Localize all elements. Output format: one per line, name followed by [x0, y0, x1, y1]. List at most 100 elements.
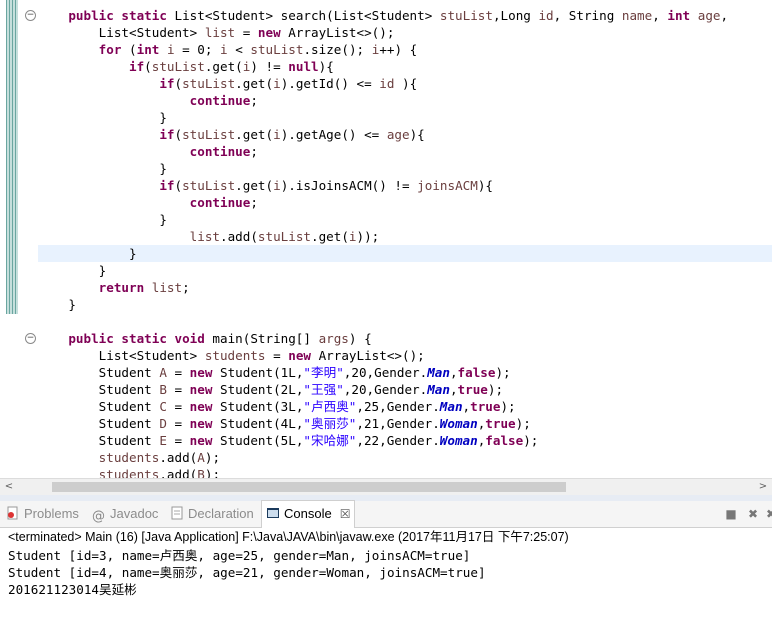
code-line[interactable]: }: [38, 109, 772, 126]
code-line[interactable]: if(stuList.get(i).getId() <= id ){: [38, 75, 772, 92]
code-line[interactable]: Student C = new Student(3L,"卢西奥",25,Gend…: [38, 398, 772, 415]
code-token: .get(: [235, 76, 274, 91]
tab-console[interactable]: Console ☒: [261, 500, 356, 528]
code-line[interactable]: }: [38, 211, 772, 228]
code-line[interactable]: public static void main(String[] args) {: [38, 330, 772, 347]
code-line[interactable]: public static List<Student> search(List<…: [38, 7, 772, 24]
code-token: stuList: [182, 76, 236, 91]
code-line[interactable]: if(stuList.get(i).isJoinsACM() != joinsA…: [38, 177, 772, 194]
code-editor[interactable]: − − public static List<Student> search(L…: [0, 0, 772, 478]
code-token: Man: [427, 365, 450, 380]
remove-launch-icon[interactable]: ✖: [746, 507, 760, 521]
code-line[interactable]: }: [38, 262, 772, 279]
code-token: continue: [189, 144, 251, 159]
code-token: ,20,Gender.: [343, 382, 428, 397]
code-line[interactable]: Student D = new Student(4L,"奥丽莎",21,Gend…: [38, 415, 772, 432]
code-token: i: [273, 178, 281, 193]
remove-all-icon[interactable]: ✖: [764, 507, 772, 521]
fold-main-method-icon[interactable]: −: [25, 333, 36, 344]
code-token: ));: [356, 229, 380, 244]
code-line[interactable]: list.add(stuList.get(i));: [38, 228, 772, 245]
code-token: ,: [720, 8, 729, 23]
code-line[interactable]: [38, 313, 772, 330]
problems-icon: [6, 503, 20, 520]
code-token: B: [159, 382, 167, 397]
code-line[interactable]: List<Student> students = new ArrayList<>…: [38, 347, 772, 364]
code-line[interactable]: }: [38, 245, 772, 262]
code-line[interactable]: continue;: [38, 92, 772, 109]
code-token: ArrayList<>();: [318, 348, 425, 363]
tab-declaration[interactable]: Declaration: [170, 501, 254, 527]
code-token: ,: [449, 382, 458, 397]
code-token: );: [495, 365, 511, 380]
code-token: ) !=: [250, 59, 289, 74]
code-token: ) {: [348, 331, 372, 346]
code-line[interactable]: students.add(B);: [38, 466, 772, 478]
code-line[interactable]: for (int i = 0; i < stuList.size(); i++)…: [38, 41, 772, 58]
tab-javadoc-label: Javadoc: [110, 506, 159, 521]
code-token: .add(: [159, 450, 198, 465]
code-line[interactable]: }: [38, 296, 772, 313]
code-token: A: [159, 365, 167, 380]
code-token: false: [457, 365, 496, 380]
code-line[interactable]: Student B = new Student(2L,"王强",20,Gende…: [38, 381, 772, 398]
code-line[interactable]: Student A = new Student(1L,"李明",20,Gende…: [38, 364, 772, 381]
code-token: );: [523, 433, 539, 448]
code-line[interactable]: }: [38, 160, 772, 177]
scroll-right-icon[interactable]: >: [756, 480, 770, 494]
code-line[interactable]: students.add(A);: [38, 449, 772, 466]
code-token: public static: [68, 8, 175, 23]
code-token: Student(4L,: [220, 416, 304, 431]
console-output[interactable]: Student [id=3, name=卢西奥, age=25, gender=…: [0, 547, 772, 598]
scroll-left-icon[interactable]: <: [2, 480, 16, 494]
code-token: new: [189, 365, 221, 380]
code-token: Student(3L,: [220, 399, 304, 414]
code-token: Student: [38, 416, 160, 431]
code-token: true: [485, 416, 516, 431]
close-icon[interactable]: ☒: [340, 507, 351, 521]
code-token: list: [204, 25, 236, 40]
code-token: new: [189, 382, 221, 397]
code-token: return: [98, 280, 152, 295]
tab-javadoc[interactable]: @ Javadoc: [92, 501, 158, 527]
code-line[interactable]: Student E = new Student(5L,"宋哈娜",22,Gend…: [38, 432, 772, 449]
code-line[interactable]: return list;: [38, 279, 772, 296]
code-token: );: [500, 399, 516, 414]
code-token: ArrayList<>();: [288, 25, 395, 40]
code-token: stuList: [439, 8, 493, 23]
fold-search-method-icon[interactable]: −: [25, 10, 36, 21]
code-token: continue: [189, 93, 251, 108]
tab-console-label: Console: [284, 506, 332, 521]
code-token: ){: [394, 76, 418, 91]
code-token: =: [166, 416, 190, 431]
code-token: Man: [439, 399, 463, 414]
change-ruler: [6, 0, 18, 314]
code-lines[interactable]: public static List<Student> search(List<…: [38, 7, 772, 478]
code-token: public static void: [68, 331, 213, 346]
code-token: D: [159, 416, 167, 431]
code-token: ,25,Gender.: [356, 399, 440, 414]
code-token: .size();: [303, 42, 372, 57]
code-token: =: [166, 365, 190, 380]
code-token: list: [189, 229, 220, 244]
code-line[interactable]: continue;: [38, 194, 772, 211]
code-token: ,21,Gender.: [356, 416, 440, 431]
code-line[interactable]: if(stuList.get(i).getAge() <= age){: [38, 126, 772, 143]
tab-problems[interactable]: Problems: [6, 501, 79, 527]
code-token: students: [204, 348, 266, 363]
code-line[interactable]: if(stuList.get(i) != null){: [38, 58, 772, 75]
code-token: ).getAge() <=: [280, 127, 387, 142]
terminate-icon[interactable]: ■: [724, 507, 738, 521]
code-token: ;: [250, 93, 258, 108]
code-token: age: [697, 8, 721, 23]
horizontal-scrollbar[interactable]: < >: [0, 478, 772, 495]
code-token: stuList: [182, 178, 236, 193]
code-line[interactable]: List<Student> list = new ArrayList<>();: [38, 24, 772, 41]
code-token: .get(: [235, 127, 274, 142]
scroll-thumb[interactable]: [52, 482, 566, 492]
code-line[interactable]: continue;: [38, 143, 772, 160]
tab-declaration-label: Declaration: [188, 506, 254, 521]
